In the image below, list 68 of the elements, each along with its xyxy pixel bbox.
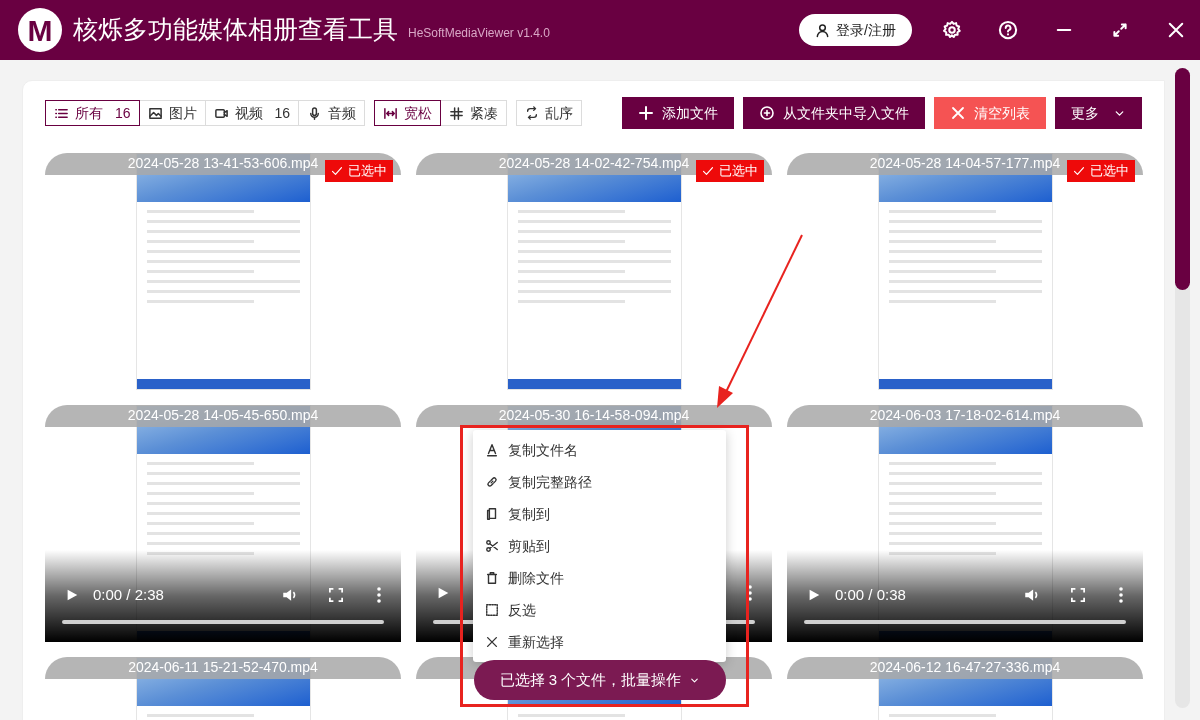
checkmark-icon bbox=[702, 165, 714, 177]
progress-track[interactable] bbox=[62, 620, 384, 624]
file-name: 2024-06-11 15-21-52-470.mp4 bbox=[128, 658, 318, 677]
play-icon[interactable] bbox=[436, 586, 450, 600]
more-options-icon[interactable] bbox=[1119, 587, 1123, 604]
menu-item[interactable]: 反选 bbox=[473, 594, 726, 626]
checkmark-icon bbox=[331, 165, 343, 177]
selected-badge: 已选中 bbox=[696, 160, 764, 182]
filter-tab[interactable]: 图片 bbox=[138, 100, 206, 126]
close-icon bbox=[485, 635, 499, 649]
selected-badge: 已选中 bbox=[325, 160, 393, 182]
app-version: HeSoftMediaViewer v1.4.0 bbox=[408, 25, 550, 42]
menu-item[interactable]: 复制完整路径 bbox=[473, 466, 726, 498]
file-name: 2024-05-28 14-05-45-650.mp4 bbox=[127, 406, 319, 425]
filter-tab[interactable]: 视频 16 bbox=[204, 100, 300, 126]
plus-circle-icon bbox=[759, 105, 775, 121]
scrollbar-thumb[interactable] bbox=[1175, 68, 1190, 290]
menu-item[interactable]: 剪贴到 bbox=[473, 530, 726, 562]
shuffle-button[interactable]: 乱序 bbox=[516, 100, 583, 126]
menu-item[interactable]: 重新选择 bbox=[473, 626, 726, 658]
login-button[interactable]: 登录/注册 bbox=[799, 14, 912, 46]
dashed-selection-icon bbox=[485, 603, 499, 617]
scissors-icon bbox=[485, 539, 499, 553]
plus-icon bbox=[638, 105, 654, 121]
menu-item[interactable]: 复制文件名 bbox=[473, 434, 726, 466]
action-button[interactable]: 添加文件 bbox=[622, 97, 734, 129]
video-time: 0:00 / 2:38 bbox=[93, 585, 164, 605]
file-name: 2024-05-28 14-04-57-177.mp4 bbox=[869, 154, 1061, 173]
image-icon bbox=[147, 105, 163, 121]
file-name: 2024-05-30 16-14-58-094.mp4 bbox=[498, 406, 690, 425]
file-name: 2024-05-28 13-41-53-606.mp4 bbox=[127, 154, 319, 173]
selected-badge: 已选中 bbox=[1067, 160, 1135, 182]
fullscreen-icon[interactable] bbox=[329, 588, 343, 603]
user-icon bbox=[815, 22, 831, 38]
expand-width-icon bbox=[383, 105, 399, 121]
file-name: 2024-06-03 17-18-02-614.mp4 bbox=[869, 406, 1061, 425]
filter-tab[interactable]: 音频 bbox=[298, 100, 366, 126]
more-options-icon[interactable] bbox=[377, 587, 381, 604]
batch-actions-button[interactable]: 已选择 3 个文件，批量操作 bbox=[474, 660, 726, 700]
more-options-icon[interactable] bbox=[748, 585, 752, 601]
letter-a-icon bbox=[485, 443, 499, 457]
file-name: 2024-05-28 14-02-42-754.mp4 bbox=[498, 154, 690, 173]
video-time: 0:00 / 0:38 bbox=[835, 585, 906, 605]
grid-hash-icon bbox=[449, 105, 465, 121]
play-icon[interactable] bbox=[65, 588, 79, 603]
filter-tab[interactable]: 所有 16 bbox=[45, 100, 140, 126]
help-icon[interactable] bbox=[998, 20, 1018, 40]
link-icon bbox=[485, 475, 499, 489]
menu-item[interactable]: 删除文件 bbox=[473, 562, 726, 594]
close-icon bbox=[950, 105, 966, 121]
settings-icon[interactable] bbox=[942, 20, 962, 40]
fullscreen-icon[interactable] bbox=[1071, 588, 1085, 603]
close-icon[interactable] bbox=[1166, 20, 1186, 40]
action-button[interactable]: 从文件夹中导入文件 bbox=[743, 97, 925, 129]
window-title: 核烁多功能媒体相册查看工具 bbox=[73, 14, 398, 46]
layout-tab[interactable]: 紧凑 bbox=[440, 100, 508, 126]
shuffle-icon bbox=[525, 106, 540, 120]
file-name: 2024-06-12 16-47-27-336.mp4 bbox=[869, 658, 1061, 677]
menu-item[interactable]: 复制到 bbox=[473, 498, 726, 530]
action-button[interactable]: 更多 bbox=[1055, 97, 1142, 129]
app-logo: M bbox=[18, 8, 62, 52]
layout-tab[interactable]: 宽松 bbox=[374, 100, 442, 126]
copy-icon bbox=[485, 507, 499, 521]
checkmark-icon bbox=[1073, 165, 1085, 177]
progress-track[interactable] bbox=[804, 620, 1126, 624]
maximize-icon[interactable] bbox=[1110, 20, 1130, 40]
trash-icon bbox=[485, 571, 499, 585]
play-icon[interactable] bbox=[807, 588, 821, 603]
